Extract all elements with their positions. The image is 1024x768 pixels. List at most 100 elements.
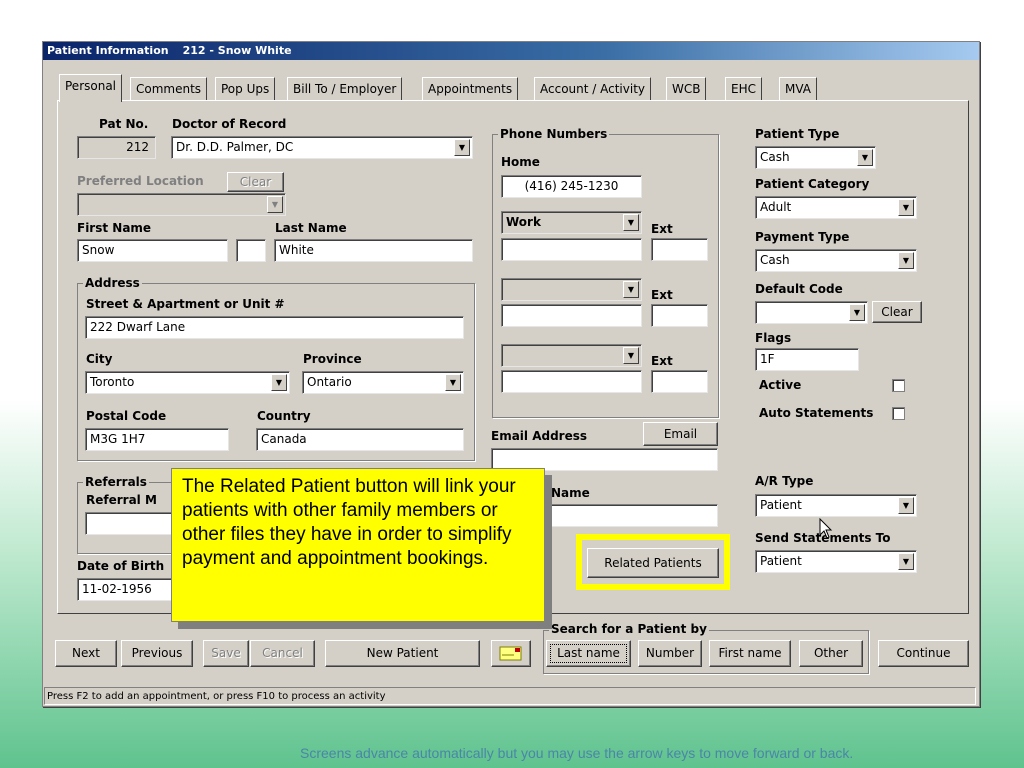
name-label: Name	[551, 486, 590, 500]
default-code-clear-button[interactable]: Clear	[872, 301, 922, 323]
mouse-pointer-icon	[819, 518, 833, 539]
province-select[interactable]: Ontario ▼	[302, 371, 464, 394]
continue-button[interactable]: Continue	[878, 640, 969, 667]
postal-code-label: Postal Code	[86, 409, 167, 423]
ar-type-label: A/R Type	[755, 474, 814, 488]
window-title: Patient Information	[47, 44, 169, 57]
ext-field-3[interactable]	[651, 370, 708, 393]
footer-hint: Screens advance automatically but you ma…	[300, 745, 854, 761]
ar-type-select[interactable]: Patient ▼	[755, 494, 917, 517]
patient-category-value: Adult	[760, 200, 792, 214]
street-label: Street & Apartment or Unit #	[86, 297, 285, 311]
chevron-down-icon[interactable]: ▼	[445, 374, 461, 391]
active-checkbox[interactable]	[892, 379, 905, 392]
ar-type-value: Patient	[760, 498, 802, 512]
first-name-label: First Name	[77, 221, 152, 235]
street-field[interactable]: 222 Dwarf Lane	[85, 316, 464, 339]
chevron-down-icon[interactable]: ▼	[898, 252, 914, 269]
ext-field-2[interactable]	[651, 304, 708, 327]
chevron-down-icon[interactable]: ▼	[623, 214, 639, 231]
preferred-location-select[interactable]: ▼	[77, 193, 286, 216]
phone-type-value: Work	[506, 215, 541, 229]
chevron-down-icon[interactable]: ▼	[898, 199, 914, 216]
send-statements-select[interactable]: Patient ▼	[755, 550, 917, 573]
default-code-select[interactable]: ▼	[755, 301, 868, 324]
last-name-label: Last Name	[275, 221, 347, 235]
tab-appointments[interactable]: Appointments	[422, 77, 519, 101]
chevron-down-icon[interactable]: ▼	[898, 553, 914, 570]
search-first-name-label: First name	[718, 646, 782, 660]
preferred-location-label: Preferred Location	[77, 174, 204, 188]
city-select[interactable]: Toronto ▼	[85, 371, 290, 394]
phone-type-select-3[interactable]: ▼	[501, 344, 642, 367]
auto-statements-checkbox[interactable]	[892, 407, 905, 420]
phone-type-select-1[interactable]: Work ▼	[501, 211, 642, 234]
chevron-down-icon[interactable]: ▼	[623, 347, 639, 364]
save-button[interactable]: Save	[203, 640, 249, 667]
dob-label: Date of Birth	[77, 559, 165, 573]
chevron-down-icon[interactable]: ▼	[898, 497, 914, 514]
last-name-field[interactable]: White	[274, 239, 473, 262]
ext-label-3: Ext	[651, 354, 673, 368]
address-group-label: Address	[83, 276, 142, 290]
work-ext-field[interactable]	[651, 238, 708, 261]
referral-label: Referral M	[86, 493, 157, 507]
patient-category-select[interactable]: Adult ▼	[755, 196, 917, 219]
middle-initial-field[interactable]	[236, 239, 266, 262]
note-button[interactable]	[491, 640, 531, 667]
related-patients-highlight	[576, 534, 730, 590]
search-last-name-button[interactable]: Last name	[546, 640, 631, 667]
postal-code-field[interactable]: M3G 1H7	[85, 428, 229, 451]
ext-label-2: Ext	[651, 288, 673, 302]
province-label: Province	[303, 352, 362, 366]
tab-account-activity[interactable]: Account / Activity	[534, 77, 651, 101]
patient-type-value: Cash	[760, 150, 790, 164]
phone-field-3[interactable]	[501, 370, 642, 393]
chevron-down-icon[interactable]: ▼	[857, 149, 873, 166]
first-name-field[interactable]: Snow	[77, 239, 228, 262]
title-bar: Patient Information 212 - Snow White	[43, 42, 979, 60]
tab-bill-to-employer[interactable]: Bill To / Employer	[287, 77, 403, 101]
patient-type-select[interactable]: Cash ▼	[755, 146, 876, 169]
tab-comments[interactable]: Comments	[130, 77, 208, 101]
tab-wcb[interactable]: WCB	[666, 77, 707, 101]
window-record: 212 - Snow White	[182, 44, 292, 57]
tab-pop-ups[interactable]: Pop Ups	[215, 77, 276, 101]
chevron-down-icon[interactable]: ▼	[454, 139, 470, 156]
chevron-down-icon[interactable]: ▼	[623, 281, 639, 298]
chevron-down-icon[interactable]: ▼	[271, 374, 287, 391]
chevron-down-icon[interactable]: ▼	[267, 196, 283, 213]
default-code-label: Default Code	[755, 282, 843, 296]
doctor-value: Dr. D.D. Palmer, DC	[176, 140, 294, 154]
search-first-name-button[interactable]: First name	[709, 640, 791, 667]
search-number-button[interactable]: Number	[638, 640, 702, 667]
tab-ehc[interactable]: EHC	[725, 77, 762, 101]
country-label: Country	[257, 409, 311, 423]
payment-type-select[interactable]: Cash ▼	[755, 249, 917, 272]
email-button[interactable]: Email	[643, 422, 718, 446]
pat-no-field[interactable]: 212	[77, 136, 156, 159]
cancel-button-label: Cancel	[262, 646, 303, 660]
search-other-button[interactable]: Other	[799, 640, 863, 667]
status-bar: Press F2 to add an appointment, or press…	[44, 687, 976, 705]
country-field[interactable]: Canada	[256, 428, 464, 451]
previous-button[interactable]: Previous	[121, 640, 193, 667]
new-patient-button[interactable]: New Patient	[325, 640, 480, 667]
search-group-label: Search for a Patient by	[549, 622, 709, 636]
city-value: Toronto	[90, 375, 135, 389]
flags-field[interactable]: 1F	[755, 348, 859, 371]
doctor-label: Doctor of Record	[172, 117, 287, 131]
phone-field-2[interactable]	[501, 304, 642, 327]
chevron-down-icon[interactable]: ▼	[849, 304, 865, 321]
cancel-button[interactable]: Cancel	[250, 640, 315, 667]
tab-mva[interactable]: MVA	[779, 77, 818, 101]
next-button[interactable]: Next	[55, 640, 117, 667]
tab-personal[interactable]: Personal	[59, 74, 123, 102]
home-phone-field[interactable]: (416) 245-1230	[501, 175, 642, 198]
province-value: Ontario	[307, 375, 352, 389]
doctor-select[interactable]: Dr. D.D. Palmer, DC ▼	[171, 136, 473, 159]
preferred-location-clear-button[interactable]: Clear	[227, 172, 284, 192]
phone-numbers-group-label: Phone Numbers	[498, 127, 610, 141]
phone-type-select-2[interactable]: ▼	[501, 278, 642, 301]
work-phone-field[interactable]	[501, 238, 642, 261]
